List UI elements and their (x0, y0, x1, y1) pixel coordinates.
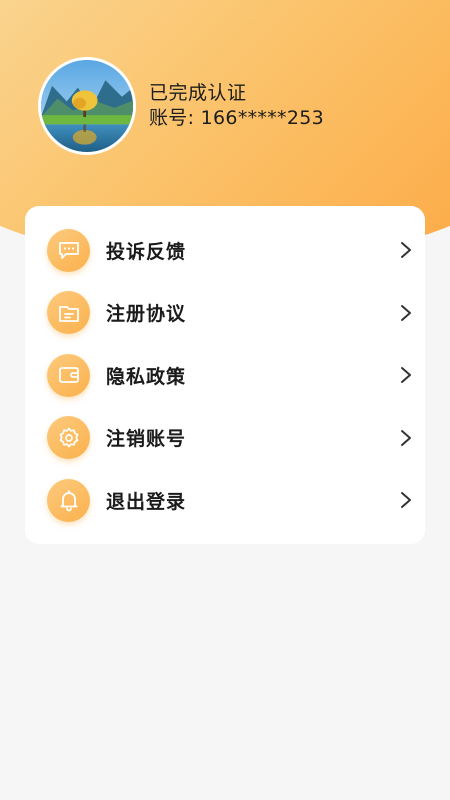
menu-item-label: 注销账号 (106, 428, 187, 451)
menu-item-complaint-feedback[interactable]: 投诉反馈 (25, 219, 425, 282)
account-value: 166*****253 (200, 107, 324, 129)
folder-document-icon (47, 291, 90, 335)
menu-card: 投诉反馈 注册协议 隐私政策 注销账号 退出登录 (25, 206, 425, 544)
menu-item-logout[interactable]: 退出登录 (25, 469, 425, 532)
menu-item-label: 注册协议 (106, 303, 187, 326)
menu-item-privacy-policy[interactable]: 隐私政策 (25, 344, 425, 407)
verify-status: 已完成认证 (149, 82, 247, 104)
chevron-right-icon (401, 429, 411, 446)
menu-item-cancel-account[interactable]: 注销账号 (25, 407, 425, 470)
chevron-right-icon (401, 242, 411, 259)
chevron-right-icon (401, 492, 411, 509)
landscape-avatar-image (41, 60, 133, 152)
chevron-right-icon (401, 304, 411, 321)
menu-item-label: 投诉反馈 (106, 240, 187, 263)
account-line: 账号: 166*****253 (149, 106, 324, 131)
profile-page: 已完成认证 账号: 166*****253 投诉反馈 注册协议 隐私政策 注销账… (0, 0, 450, 800)
gear-icon (47, 416, 90, 460)
wallet-icon (47, 353, 90, 397)
bell-icon (47, 478, 90, 522)
menu-item-label: 隐私政策 (106, 365, 187, 388)
account-label: 账号: (149, 107, 195, 129)
chevron-right-icon (401, 367, 411, 384)
menu-item-label: 退出登录 (106, 490, 187, 513)
chat-bubble-icon (47, 228, 90, 272)
avatar[interactable] (38, 57, 136, 155)
profile-section: 已完成认证 账号: 166*****253 (38, 57, 324, 155)
menu-item-registration-agreement[interactable]: 注册协议 (25, 282, 425, 345)
